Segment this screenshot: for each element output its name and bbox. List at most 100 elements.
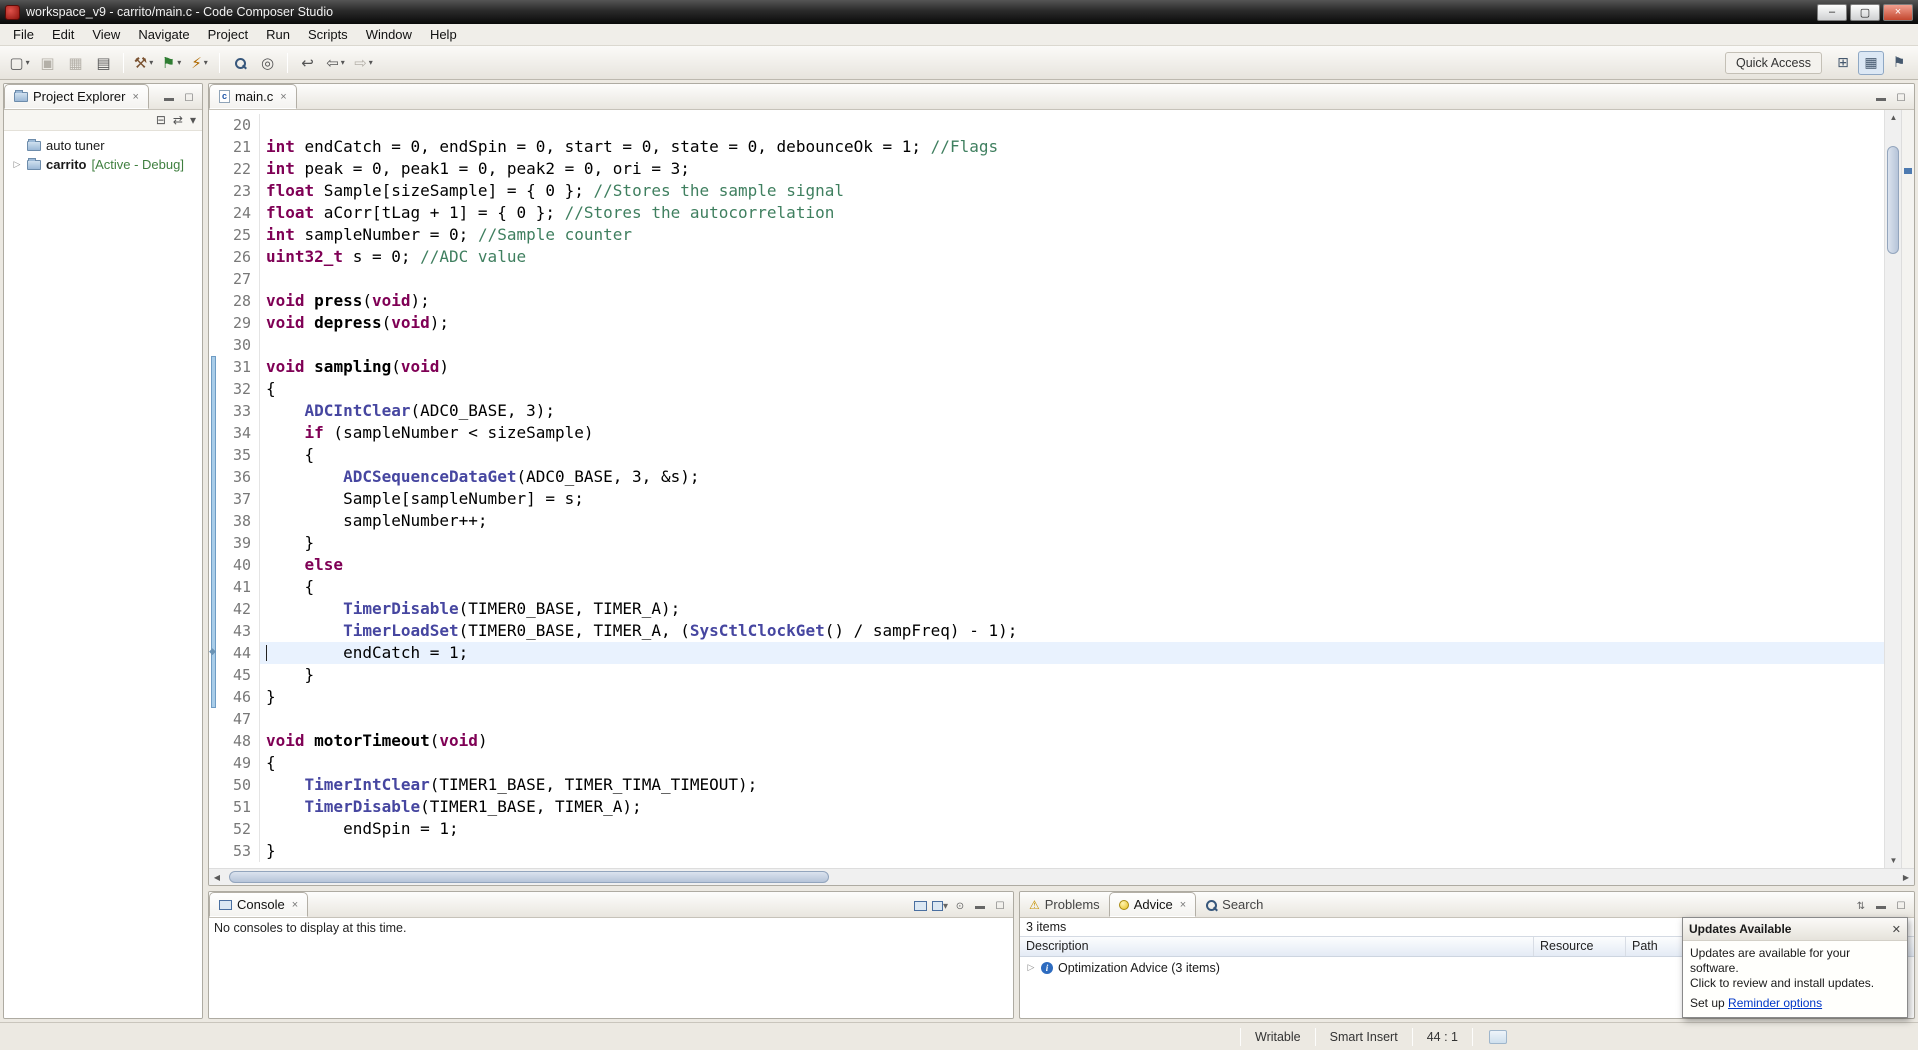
code-line[interactable]: 50 TimerIntClear(TIMER1_BASE, TIMER_TIMA…: [218, 774, 1884, 796]
horizontal-scrollbar[interactable]: ◀ ▶: [209, 868, 1914, 885]
line-number[interactable]: 48: [218, 730, 260, 752]
maximize-view-icon[interactable]: ☐: [1893, 91, 1909, 105]
code-line[interactable]: 44 endCatch = 1;: [218, 642, 1884, 664]
code-line[interactable]: 27: [218, 268, 1884, 290]
code-line[interactable]: 37 Sample[sampleNumber] = s;: [218, 488, 1884, 510]
close-icon[interactable]: ×: [132, 91, 138, 103]
line-number[interactable]: 23: [218, 180, 260, 202]
menu-item-scripts[interactable]: Scripts: [299, 25, 357, 44]
open-element-button[interactable]: ◎: [254, 51, 281, 75]
code-line[interactable]: 39 }: [218, 532, 1884, 554]
scroll-up-icon[interactable]: ▲: [1885, 110, 1902, 125]
menu-item-window[interactable]: Window: [357, 25, 421, 44]
horizontal-scrollbar-thumb[interactable]: [229, 871, 829, 883]
line-number[interactable]: 28: [218, 290, 260, 312]
line-number[interactable]: 35: [218, 444, 260, 466]
code-text[interactable]: int endCatch = 0, endSpin = 0, start = 0…: [260, 136, 1884, 158]
project-item-carrito[interactable]: ▷ carrito [Active - Debug]: [6, 155, 200, 174]
code-line[interactable]: 22 int peak = 0, peak1 = 0, peak2 = 0, or…: [218, 158, 1884, 180]
line-number[interactable]: 41: [218, 576, 260, 598]
line-number[interactable]: 43: [218, 620, 260, 642]
maximize-button[interactable]: ▢: [1850, 3, 1880, 21]
code-line[interactable]: 52 endSpin = 1;: [218, 818, 1884, 840]
code-line[interactable]: 23 float Sample[sizeSample] = { 0 }; //St…: [218, 180, 1884, 202]
new-button-dropdown-icon[interactable]: ▾: [26, 58, 30, 67]
code-line[interactable]: 48 void motorTimeout(void): [218, 730, 1884, 752]
tab-advice[interactable]: Advice ×: [1108, 892, 1197, 917]
menu-item-navigate[interactable]: Navigate: [129, 25, 198, 44]
flash-button-dropdown-icon[interactable]: ▾: [204, 58, 208, 67]
save-button[interactable]: ▣: [34, 51, 61, 75]
code-line[interactable]: 53}: [218, 840, 1884, 862]
code-text[interactable]: uint32_t s = 0; //ADC value: [260, 246, 1884, 268]
close-icon[interactable]: ×: [280, 91, 286, 103]
line-number[interactable]: 49: [218, 752, 260, 774]
vertical-scrollbar[interactable]: ▲ ▼: [1884, 110, 1902, 868]
code-text[interactable]: void sampling(void): [260, 356, 1884, 378]
code-text[interactable]: void press(void);: [260, 290, 1884, 312]
minimize-button[interactable]: –: [1817, 3, 1847, 21]
code-line[interactable]: 34 if (sampleNumber < sizeSample): [218, 422, 1884, 444]
code-line[interactable]: 29 void depress(void);: [218, 312, 1884, 334]
print-button[interactable]: ▤: [90, 51, 117, 75]
line-number[interactable]: 53: [218, 840, 260, 862]
line-number[interactable]: 26: [218, 246, 260, 268]
menu-item-run[interactable]: Run: [257, 25, 299, 44]
code-line[interactable]: 25 int sampleNumber = 0; //Sample counter: [218, 224, 1884, 246]
search-button[interactable]: [226, 51, 253, 75]
minimize-view-icon[interactable]: ▬: [161, 91, 177, 105]
sort-icon[interactable]: ⇅: [1853, 899, 1869, 913]
line-number[interactable]: 27: [218, 268, 260, 290]
code-line[interactable]: 41 {: [218, 576, 1884, 598]
code-line[interactable]: 31 void sampling(void): [218, 356, 1884, 378]
last-edit-location-button[interactable]: ↩: [294, 51, 321, 75]
tab-main-c[interactable]: c main.c ×: [209, 84, 297, 109]
code-line[interactable]: 21 int endCatch = 0, endSpin = 0, start =…: [218, 136, 1884, 158]
maximize-view-icon[interactable]: ☐: [1893, 899, 1909, 913]
ccs-edit-perspective-button[interactable]: ▦: [1858, 50, 1884, 75]
updates-available-popup[interactable]: Updates Available ✕ Updates are availabl…: [1682, 917, 1908, 1018]
line-number[interactable]: 22: [218, 158, 260, 180]
open-perspective-button[interactable]: ⊞: [1830, 51, 1856, 75]
maximize-view-icon[interactable]: ☐: [992, 899, 1008, 913]
scroll-down-icon[interactable]: ▼: [1885, 853, 1902, 868]
code-text[interactable]: [260, 268, 1884, 290]
minimize-view-icon[interactable]: ▬: [1873, 91, 1889, 105]
code-text[interactable]: }: [260, 664, 1884, 686]
quick-access-button[interactable]: Quick Access: [1724, 51, 1822, 74]
code-text[interactable]: [260, 114, 1884, 136]
forward-button-dropdown-icon[interactable]: ▾: [369, 58, 373, 67]
marker-bar[interactable]: ◆: [209, 110, 218, 868]
overview-marker[interactable]: [1904, 168, 1912, 174]
code-line[interactable]: 36 ADCSequenceDataGet(ADC0_BASE, 3, &s);: [218, 466, 1884, 488]
view-menu-icon[interactable]: ▾: [190, 113, 196, 127]
line-number[interactable]: 25: [218, 224, 260, 246]
code-text[interactable]: void depress(void);: [260, 312, 1884, 334]
display-console-icon[interactable]: [912, 899, 928, 913]
code-text[interactable]: else: [260, 554, 1884, 576]
column-description[interactable]: Description: [1020, 937, 1534, 956]
line-number[interactable]: 37: [218, 488, 260, 510]
expand-icon[interactable]: ▷: [12, 159, 22, 170]
code-text[interactable]: float aCorr[tLag + 1] = { 0 }; //Stores …: [260, 202, 1884, 224]
code-text[interactable]: {: [260, 444, 1884, 466]
code-text[interactable]: endCatch = 1;: [260, 642, 1884, 664]
code-text[interactable]: {: [260, 378, 1884, 400]
back-button[interactable]: ⇦ ▾: [322, 51, 349, 75]
line-number[interactable]: 24: [218, 202, 260, 224]
code-line[interactable]: 45 }: [218, 664, 1884, 686]
progress-icon[interactable]: [1488, 1029, 1507, 1044]
code-line[interactable]: 46}: [218, 686, 1884, 708]
code-line[interactable]: 47: [218, 708, 1884, 730]
save-all-button[interactable]: ▦: [62, 51, 89, 75]
scroll-right-icon[interactable]: ▶: [1898, 869, 1914, 885]
build-button-dropdown-icon[interactable]: ▾: [149, 58, 153, 67]
menu-item-file[interactable]: File: [4, 25, 43, 44]
code-line[interactable]: 43 TimerLoadSet(TIMER0_BASE, TIMER_A, (S…: [218, 620, 1884, 642]
code-line[interactable]: 26 uint32_t s = 0; //ADC value: [218, 246, 1884, 268]
scroll-left-icon[interactable]: ◀: [209, 869, 225, 885]
line-number[interactable]: 20: [218, 114, 260, 136]
line-number[interactable]: 46: [218, 686, 260, 708]
close-icon[interactable]: ✕: [1892, 923, 1901, 936]
line-number[interactable]: 32: [218, 378, 260, 400]
